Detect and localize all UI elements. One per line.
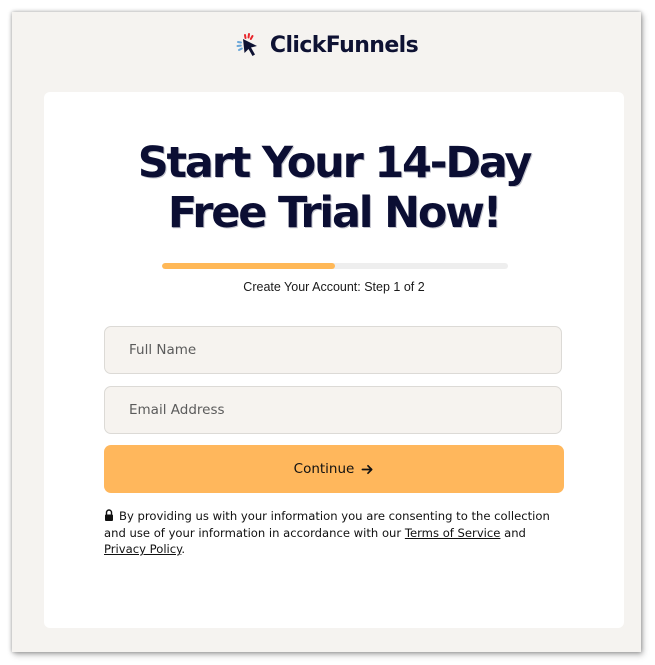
cursor-arrow-logo-icon [236,33,257,56]
step-indicator: Create Your Account: Step 1 of 2 [243,280,425,294]
page-frame: ClickFunnels Start Your 14-Day Free Tria… [12,12,641,652]
signup-card: Start Your 14-Day Free Trial Now! Create… [44,92,624,628]
brand-logo[interactable]: ClickFunnels [12,30,641,60]
lock-icon [105,509,113,521]
title-line-1: Start Your 14-Day [137,138,533,188]
full-name-input[interactable] [104,326,562,374]
progress-bar-fill [162,263,335,269]
title-line-2: Free Trial Now! [167,188,502,238]
continue-button-label: Continue [293,461,355,477]
consent-notice: By providing us with your information yo… [104,508,566,558]
page-title: Start Your 14-Day Free Trial Now! [44,138,624,238]
consent-text-middle: and [500,525,526,540]
privacy-policy-link[interactable]: Privacy Policy [104,542,181,556]
arrow-right-icon [361,464,373,474]
continue-button[interactable]: Continue [104,445,564,493]
consent-text-after: . [181,542,186,556]
brand-name: ClickFunnels [269,32,419,58]
email-address-input[interactable] [104,386,562,434]
terms-of-service-link[interactable]: Terms of Service [405,526,501,540]
progress-bar [162,263,508,269]
